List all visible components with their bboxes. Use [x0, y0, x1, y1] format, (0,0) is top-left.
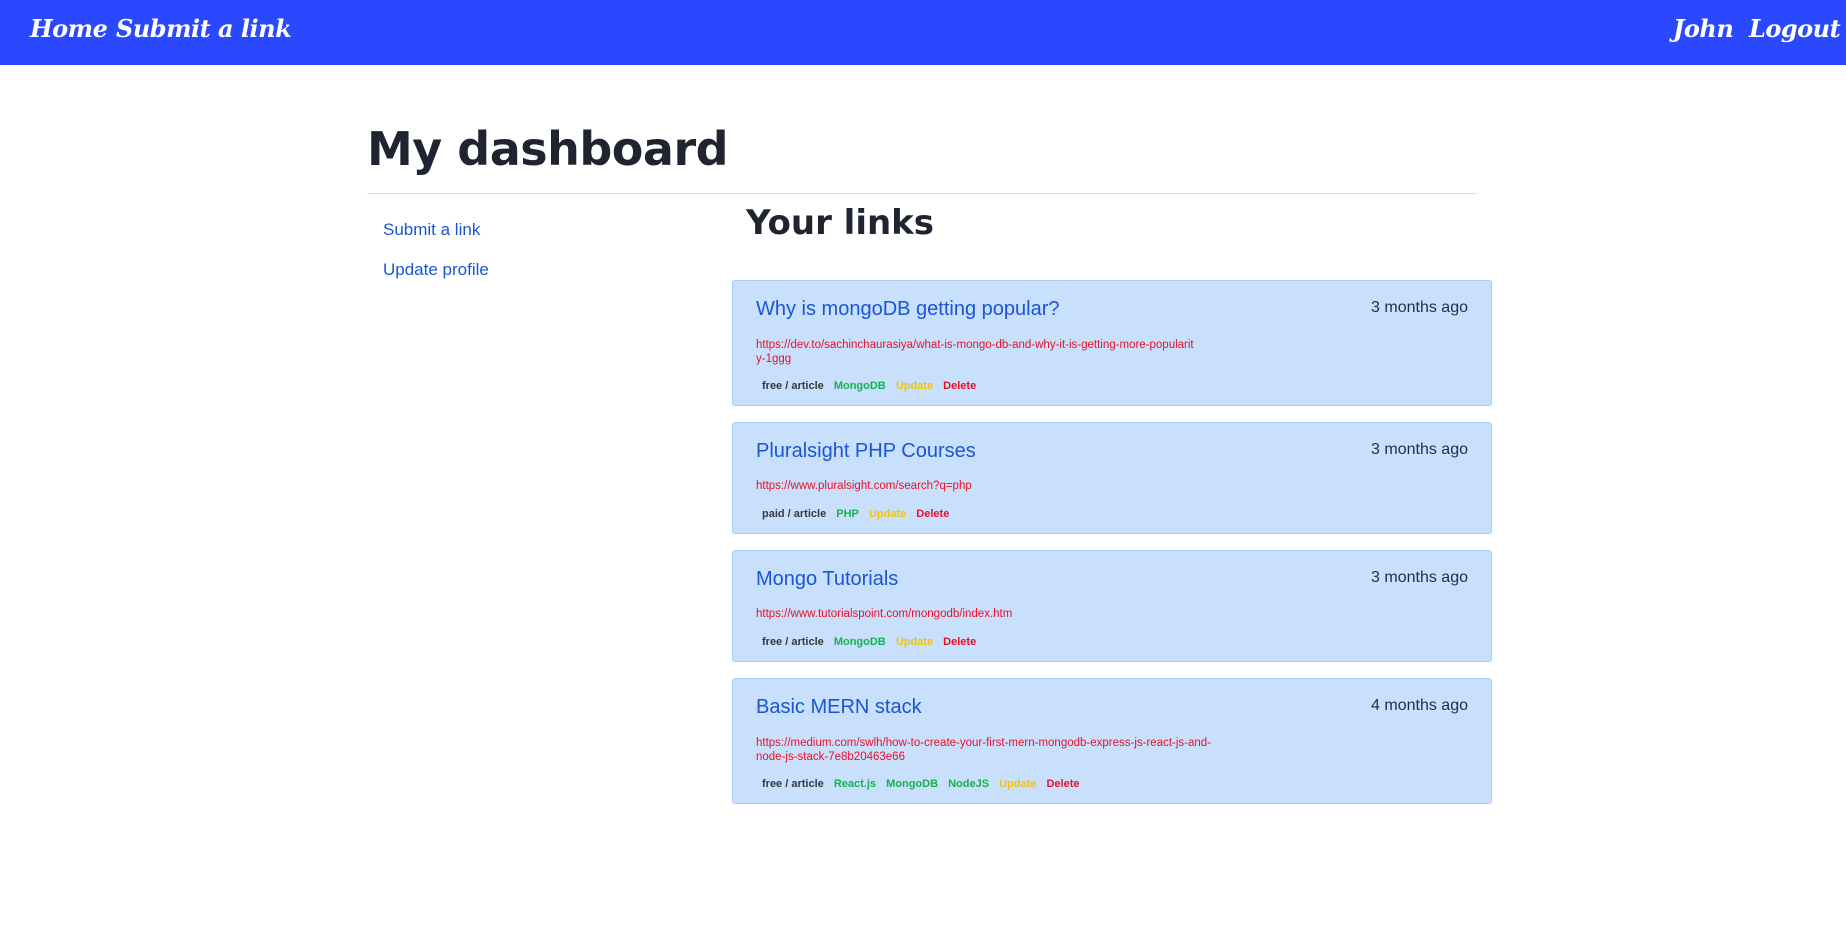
- link-url[interactable]: https://www.pluralsight.com/search?q=php: [756, 479, 1196, 493]
- link-type-badge: paid / article: [762, 508, 827, 520]
- link-type-badge: free / article: [762, 380, 824, 392]
- delete-button[interactable]: Delete: [943, 636, 976, 648]
- delete-button[interactable]: Delete: [943, 380, 976, 392]
- topic-tag[interactable]: MongoDB: [834, 380, 886, 392]
- link-card: Why is mongoDB getting popular? 3 months…: [732, 280, 1492, 406]
- topic-tag[interactable]: React.js: [834, 778, 876, 790]
- link-card: Basic MERN stack 4 months ago https://me…: [732, 678, 1492, 804]
- delete-button[interactable]: Delete: [1046, 778, 1079, 790]
- top-navbar: Home Submit a link John Logout: [0, 0, 1846, 65]
- link-type-badge: free / article: [762, 636, 824, 648]
- nav-home-link[interactable]: Home: [30, 14, 108, 43]
- update-button[interactable]: Update: [896, 380, 933, 392]
- link-meta: free / article MongoDB Update Delete: [762, 636, 983, 648]
- link-url[interactable]: https://dev.to/sachinchaurasiya/what-is-…: [756, 338, 1196, 366]
- page-title: My dashboard: [367, 122, 729, 176]
- link-card: Pluralsight PHP Courses 3 months ago htt…: [732, 422, 1492, 534]
- link-title[interactable]: Pluralsight PHP Courses: [756, 440, 976, 463]
- link-time: 3 months ago: [1371, 569, 1468, 586]
- link-time: 3 months ago: [1371, 441, 1468, 458]
- link-title[interactable]: Basic MERN stack: [756, 696, 922, 719]
- update-button[interactable]: Update: [896, 636, 933, 648]
- sidebar-item-submit-link[interactable]: Submit a link: [383, 220, 480, 240]
- link-time: 3 months ago: [1371, 299, 1468, 316]
- link-meta: free / article React.js MongoDB NodeJS U…: [762, 778, 1087, 790]
- link-meta: free / article MongoDB Update Delete: [762, 380, 983, 392]
- link-title[interactable]: Mongo Tutorials: [756, 568, 898, 591]
- nav-user-link[interactable]: John: [1673, 14, 1734, 43]
- link-time: 4 months ago: [1371, 697, 1468, 714]
- topic-tag[interactable]: MongoDB: [886, 778, 938, 790]
- title-divider: [367, 193, 1477, 194]
- link-type-badge: free / article: [762, 778, 824, 790]
- link-title[interactable]: Why is mongoDB getting popular?: [756, 298, 1060, 321]
- update-button[interactable]: Update: [869, 508, 906, 520]
- link-url[interactable]: https://www.tutorialspoint.com/mongodb/i…: [756, 607, 1196, 621]
- delete-button[interactable]: Delete: [916, 508, 949, 520]
- topic-tag[interactable]: NodeJS: [948, 778, 989, 790]
- topic-tag[interactable]: MongoDB: [834, 636, 886, 648]
- topic-tag[interactable]: PHP: [836, 508, 859, 520]
- update-button[interactable]: Update: [999, 778, 1036, 790]
- link-url[interactable]: https://medium.com/swlh/how-to-create-yo…: [756, 736, 1216, 764]
- link-meta: paid / article PHP Update Delete: [762, 508, 956, 520]
- link-card: Mongo Tutorials 3 months ago https://www…: [732, 550, 1492, 662]
- sidebar-item-update-profile[interactable]: Update profile: [383, 260, 489, 280]
- nav-submit-link[interactable]: Submit a link: [116, 14, 292, 43]
- section-heading: Your links: [746, 203, 935, 243]
- nav-logout-link[interactable]: Logout: [1749, 14, 1841, 43]
